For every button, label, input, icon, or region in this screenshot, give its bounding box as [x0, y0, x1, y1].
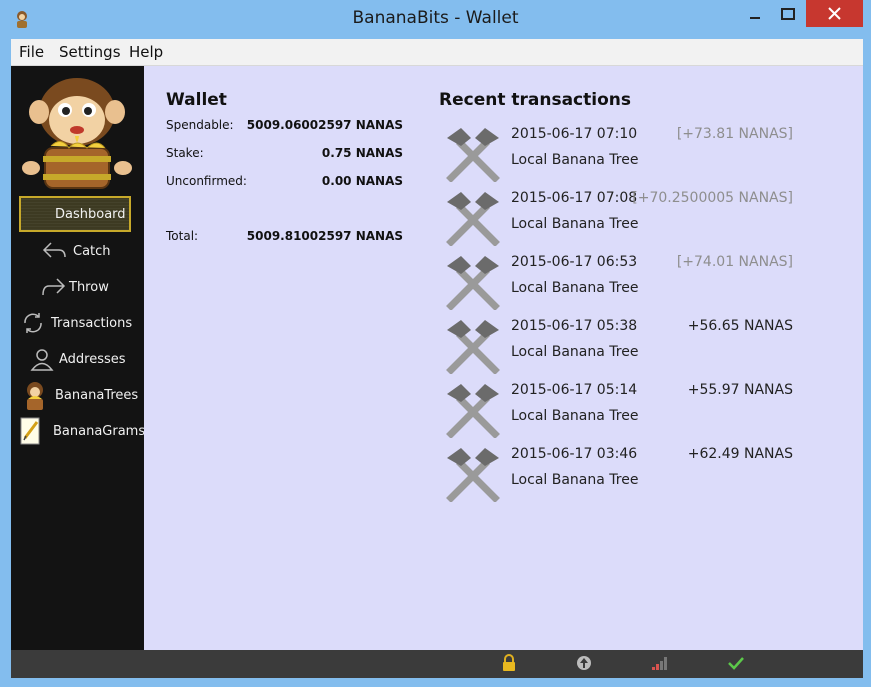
mining-pickaxe-icon — [446, 448, 500, 502]
monkey-icon — [27, 382, 43, 410]
transaction-label: Local Banana Tree — [511, 152, 639, 168]
minimize-icon — [750, 17, 760, 19]
transaction-date: 2015-06-17 07:10 — [511, 126, 638, 142]
addresses-user-icon — [30, 349, 54, 371]
sidebar-item-transactions[interactable]: Transactions — [11, 306, 143, 342]
client-area: Dashboard Catch Throw Transactions Addre… — [11, 66, 863, 650]
maximize-icon — [781, 8, 795, 20]
sidebar-item-dashboard[interactable]: Dashboard — [11, 195, 143, 232]
sidebar-item-label: Throw — [69, 280, 109, 295]
sidebar-item-label: Addresses — [59, 352, 126, 367]
stake-label: Stake: — [166, 146, 204, 160]
sidebar-item-bananagrams[interactable]: BananaGrams — [11, 414, 146, 450]
catch-arrow-icon — [42, 242, 66, 258]
transaction-date: 2015-06-17 05:14 — [511, 382, 638, 398]
wallet-heading: Wallet — [166, 90, 227, 110]
minimize-button[interactable] — [740, 0, 770, 27]
sidebar-item-label: BananaGrams — [53, 424, 146, 439]
mining-pickaxe-icon — [446, 256, 500, 310]
transaction-label: Local Banana Tree — [511, 280, 639, 296]
spendable-value: 5009.06002597 NANAS — [246, 118, 403, 132]
transaction-row[interactable]: 2015-06-17 05:38 +56.65 NANAS Local Banana… — [439, 314, 799, 374]
transaction-label: Local Banana Tree — [511, 408, 639, 424]
transactions-refresh-icon — [24, 313, 42, 333]
transaction-row[interactable]: 2015-06-17 06:53 [+74.01 NANAS] Local Bana… — [439, 250, 799, 310]
menu-bar: File Settings Help — [11, 39, 863, 66]
status-bar — [11, 650, 863, 678]
monkey-logo — [22, 78, 132, 189]
sidebar-item-label: Dashboard — [55, 207, 126, 222]
total-value: 5009.81002597 NANAS — [246, 229, 403, 243]
transaction-date: 2015-06-17 07:08 — [511, 190, 638, 206]
sidebar-item-throw[interactable]: Throw — [11, 270, 143, 306]
unconfirmed-value: 0.00 NANAS — [321, 174, 403, 188]
sync-icon — [577, 656, 591, 670]
transaction-row[interactable]: 2015-06-17 07:08 [+70.2500005 NANAS] Local… — [439, 186, 799, 246]
mining-pickaxe-icon — [446, 384, 500, 438]
transaction-label: Local Banana Tree — [511, 216, 639, 232]
dashboard-panel: Wallet Spendable: 5009.06002597 NANAS St… — [144, 66, 863, 650]
transaction-row[interactable]: 2015-06-17 07:10 [+73.81 NANAS] Local Bana… — [439, 122, 799, 182]
transaction-date: 2015-06-17 06:53 — [511, 254, 638, 270]
transaction-row[interactable]: 2015-06-17 03:46 +62.49 NANAS Local Banana… — [439, 442, 799, 502]
sidebar-item-addresses[interactable]: Addresses — [11, 342, 143, 378]
recent-transactions-heading: Recent transactions — [439, 90, 631, 110]
transaction-label: Local Banana Tree — [511, 344, 639, 360]
sidebar-item-bananatrees[interactable]: BananaTrees — [11, 378, 143, 414]
sidebar-item-label: Transactions — [51, 316, 133, 331]
menu-file[interactable]: File — [19, 43, 44, 61]
checkmark-icon — [728, 657, 744, 670]
window-frame: BananaBits - Wallet File Settings Help D… — [0, 0, 871, 687]
signal-bars-icon — [652, 657, 667, 670]
transaction-label: Local Banana Tree — [511, 472, 639, 488]
notepad-icon — [20, 417, 40, 445]
mining-pickaxe-icon — [446, 192, 500, 246]
stake-value: 0.75 NANAS — [321, 146, 403, 160]
transaction-amount: +62.49 NANAS — [687, 446, 793, 462]
transaction-amount: +55.97 NANAS — [687, 382, 793, 398]
menu-settings[interactable]: Settings — [59, 43, 121, 61]
close-icon — [828, 7, 841, 20]
title-bar: BananaBits - Wallet — [0, 0, 871, 38]
unconfirmed-label: Unconfirmed: — [166, 174, 247, 188]
transaction-amount: [+74.01 NANAS] — [676, 254, 793, 270]
transaction-amount: [+70.2500005 NANAS] — [632, 190, 793, 206]
mining-pickaxe-icon — [446, 128, 500, 182]
transaction-amount: [+73.81 NANAS] — [676, 126, 793, 142]
total-label: Total: — [166, 229, 199, 243]
transaction-date: 2015-06-17 03:46 — [511, 446, 638, 462]
sidebar-item-label: BananaTrees — [55, 388, 139, 403]
menu-help[interactable]: Help — [129, 43, 163, 61]
maximize-button[interactable] — [771, 0, 805, 27]
throw-arrow-icon — [42, 278, 66, 296]
spendable-label: Spendable: — [166, 118, 234, 132]
sidebar-item-catch[interactable]: Catch — [11, 234, 143, 270]
lock-icon — [503, 654, 515, 671]
transaction-row[interactable]: 2015-06-17 05:14 +55.97 NANAS Local Banana… — [439, 378, 799, 438]
close-button[interactable] — [806, 0, 863, 27]
mining-pickaxe-icon — [446, 320, 500, 374]
sidebar-item-label: Catch — [73, 244, 111, 259]
transaction-date: 2015-06-17 05:38 — [511, 318, 638, 334]
sidebar: Dashboard Catch Throw Transactions Addre… — [11, 66, 146, 650]
transaction-amount: +56.65 NANAS — [687, 318, 793, 334]
